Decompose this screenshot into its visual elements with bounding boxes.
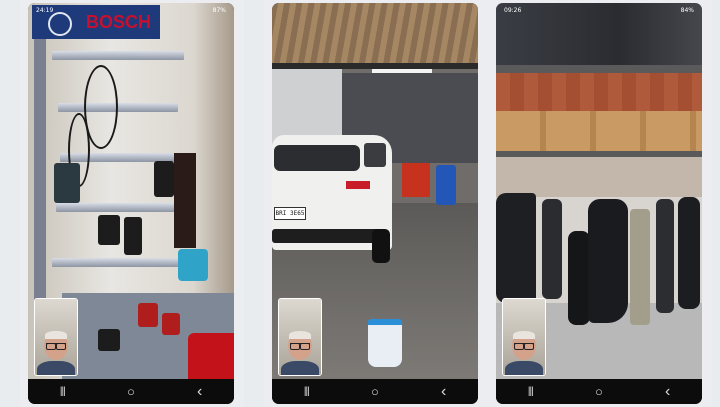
recent-apps-icon[interactable]: ||| <box>291 382 321 402</box>
bumper <box>678 197 700 309</box>
status-battery: 84% <box>680 6 694 14</box>
license-plate: BRI 3E65 <box>274 207 306 220</box>
brick-wall <box>496 73 702 111</box>
paint-bucket <box>368 319 402 367</box>
cardboard-boxes <box>496 111 702 153</box>
display-shelf <box>52 51 184 60</box>
red-toolbox <box>188 333 234 379</box>
status-time: 24:19 <box>36 6 54 14</box>
suv-wheel <box>372 229 390 263</box>
power-tool <box>124 217 142 255</box>
power-tool <box>54 163 80 203</box>
glasses-icon <box>46 343 66 350</box>
phone-frame: 24:19 87% BOSCH ||| ○ ‹ <box>28 3 234 404</box>
navigation-bar: ||| ○ ‹ <box>28 379 234 404</box>
navigation-bar: ||| ○ ‹ <box>496 379 702 404</box>
power-tool <box>98 215 120 245</box>
self-view-thumbnail[interactable] <box>502 298 546 376</box>
blue-drum <box>436 165 456 205</box>
screenshot-card-2: BRI 3E65 ||| ○ ‹ <box>264 0 488 407</box>
suv-side-window <box>364 143 386 167</box>
back-icon[interactable]: ‹ <box>653 382 683 402</box>
recent-apps-icon[interactable]: ||| <box>47 382 77 402</box>
tool-on-counter <box>162 313 180 335</box>
suv-rear-window <box>274 145 360 171</box>
back-icon[interactable]: ‹ <box>429 382 459 402</box>
bumper <box>568 231 590 325</box>
license-plate-text: BRI 3E65 <box>275 210 305 217</box>
tool-on-counter <box>98 329 120 351</box>
suv-taillight <box>346 181 370 189</box>
glasses-icon <box>514 343 534 350</box>
bumper <box>542 199 562 299</box>
display-shelf <box>52 258 182 267</box>
status-bar: 09:26 84% <box>496 3 702 17</box>
home-icon[interactable]: ○ <box>116 382 146 402</box>
bumper <box>496 193 536 303</box>
display-shelf <box>56 203 180 212</box>
rack-beam <box>496 65 702 73</box>
back-wall <box>496 157 702 197</box>
home-icon[interactable]: ○ <box>360 382 390 402</box>
bumper <box>630 209 650 325</box>
bumper <box>588 199 628 323</box>
status-time: 09:26 <box>504 6 522 14</box>
phone-frame: BRI 3E65 ||| ○ ‹ <box>272 3 478 404</box>
glasses-icon <box>290 343 310 350</box>
status-battery: 87% <box>212 6 226 14</box>
camera-view: 24:19 87% BOSCH <box>28 3 234 379</box>
suv-bumper <box>272 229 386 243</box>
screenshot-card-3: 09:26 84% ||| ○ ‹ <box>488 0 712 407</box>
self-view-thumbnail[interactable] <box>278 298 322 376</box>
power-tool <box>154 161 174 197</box>
recent-apps-icon[interactable]: ||| <box>515 382 545 402</box>
garage-ceiling <box>272 3 478 65</box>
navigation-bar: ||| ○ ‹ <box>272 379 478 404</box>
blue-container <box>178 249 208 281</box>
camera-view: BRI 3E65 <box>272 3 478 379</box>
display-shelf <box>58 103 178 112</box>
bumper <box>656 199 674 313</box>
red-tool-cart <box>402 163 430 197</box>
screenshot-card-1: 24:19 87% BOSCH ||| ○ ‹ <box>20 0 244 407</box>
camera-view: 09:26 84% <box>496 3 702 379</box>
tool-on-counter <box>138 303 158 327</box>
phone-frame: 09:26 84% ||| ○ ‹ <box>496 3 702 404</box>
self-view-thumbnail[interactable] <box>34 298 78 376</box>
home-icon[interactable]: ○ <box>584 382 614 402</box>
status-bar: 24:19 87% <box>28 3 234 17</box>
back-icon[interactable]: ‹ <box>185 382 215 402</box>
garment <box>174 153 196 248</box>
